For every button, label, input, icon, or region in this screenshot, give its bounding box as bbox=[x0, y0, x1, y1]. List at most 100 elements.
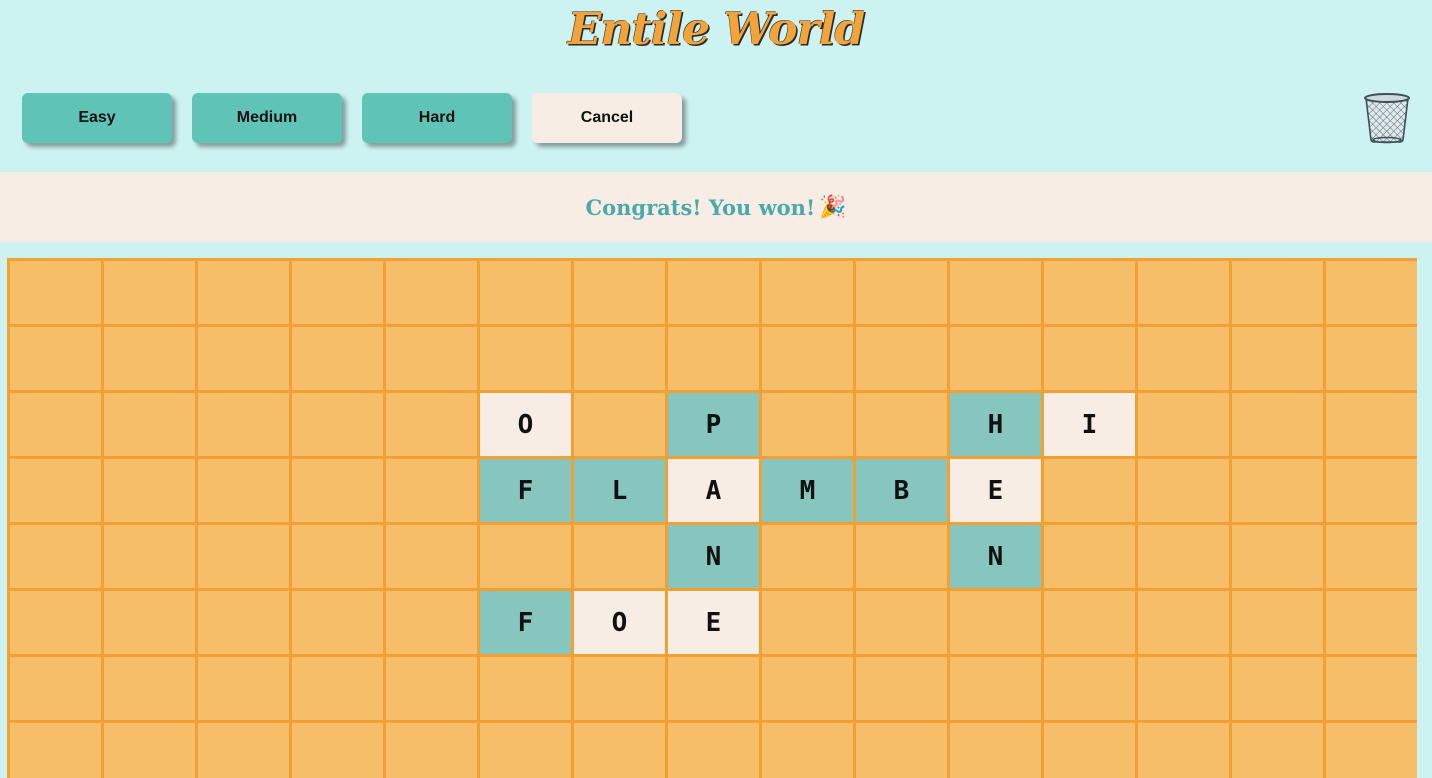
board-cell[interactable] bbox=[198, 261, 289, 324]
board-cell[interactable] bbox=[386, 327, 477, 390]
letter-tile[interactable]: O bbox=[480, 393, 571, 456]
board-cell[interactable] bbox=[856, 327, 947, 390]
board-cell[interactable] bbox=[10, 393, 101, 456]
letter-tile[interactable]: P bbox=[668, 393, 759, 456]
board-cell[interactable] bbox=[292, 459, 383, 522]
letter-tile[interactable]: E bbox=[668, 591, 759, 654]
board-cell[interactable] bbox=[1232, 459, 1323, 522]
board-cell[interactable] bbox=[950, 657, 1041, 720]
board-cell[interactable] bbox=[856, 657, 947, 720]
board-cell[interactable] bbox=[762, 525, 853, 588]
board-cell[interactable] bbox=[1232, 327, 1323, 390]
letter-tile[interactable]: N bbox=[950, 525, 1041, 588]
board-cell[interactable] bbox=[1044, 459, 1135, 522]
board-cell[interactable] bbox=[1326, 723, 1417, 778]
board-cell[interactable] bbox=[574, 393, 665, 456]
board-cell[interactable] bbox=[480, 261, 571, 324]
board-cell[interactable] bbox=[1326, 657, 1417, 720]
board-cell[interactable] bbox=[1138, 525, 1229, 588]
board-cell[interactable] bbox=[386, 591, 477, 654]
board-cell[interactable] bbox=[104, 591, 195, 654]
board-cell[interactable] bbox=[668, 261, 759, 324]
board-cell[interactable] bbox=[292, 591, 383, 654]
board-cell[interactable] bbox=[10, 327, 101, 390]
board-cell[interactable] bbox=[10, 459, 101, 522]
board-cell[interactable] bbox=[198, 723, 289, 778]
board-cell[interactable] bbox=[480, 723, 571, 778]
board-cell[interactable] bbox=[1326, 393, 1417, 456]
board-cell[interactable] bbox=[104, 459, 195, 522]
board-cell[interactable] bbox=[1326, 261, 1417, 324]
board-cell[interactable] bbox=[104, 525, 195, 588]
board-cell[interactable] bbox=[762, 327, 853, 390]
board-cell[interactable] bbox=[292, 657, 383, 720]
board-cell[interactable] bbox=[198, 459, 289, 522]
board-cell[interactable] bbox=[1044, 723, 1135, 778]
board-cell[interactable] bbox=[10, 261, 101, 324]
board-cell[interactable] bbox=[198, 657, 289, 720]
trash-bin-icon[interactable] bbox=[1362, 92, 1412, 144]
letter-tile[interactable]: H bbox=[950, 393, 1041, 456]
board-cell[interactable] bbox=[762, 393, 853, 456]
board-cell[interactable] bbox=[198, 591, 289, 654]
letter-tile[interactable]: O bbox=[574, 591, 665, 654]
letter-tile[interactable]: M bbox=[762, 459, 853, 522]
board-cell[interactable] bbox=[1138, 459, 1229, 522]
board-cell[interactable] bbox=[292, 327, 383, 390]
board-cell[interactable] bbox=[1326, 459, 1417, 522]
board-cell[interactable] bbox=[856, 393, 947, 456]
board-cell[interactable] bbox=[292, 261, 383, 324]
board-cell[interactable] bbox=[856, 591, 947, 654]
board-cell[interactable] bbox=[668, 327, 759, 390]
board-cell[interactable] bbox=[1044, 591, 1135, 654]
board-cell[interactable] bbox=[574, 261, 665, 324]
board-cell[interactable] bbox=[1138, 327, 1229, 390]
letter-tile[interactable]: E bbox=[950, 459, 1041, 522]
board-cell[interactable] bbox=[1138, 261, 1229, 324]
board-cell[interactable] bbox=[386, 393, 477, 456]
board-cell[interactable] bbox=[574, 723, 665, 778]
board-cell[interactable] bbox=[856, 723, 947, 778]
board-cell[interactable] bbox=[668, 723, 759, 778]
board-cell[interactable] bbox=[10, 591, 101, 654]
hard-button[interactable]: Hard bbox=[362, 93, 512, 143]
board-cell[interactable] bbox=[1326, 327, 1417, 390]
board-cell[interactable] bbox=[762, 261, 853, 324]
board-cell[interactable] bbox=[1044, 327, 1135, 390]
board-cell[interactable] bbox=[1232, 723, 1323, 778]
board-cell[interactable] bbox=[480, 657, 571, 720]
board-cell[interactable] bbox=[762, 657, 853, 720]
board-cell[interactable] bbox=[1232, 591, 1323, 654]
board-cell[interactable] bbox=[104, 393, 195, 456]
board-cell[interactable] bbox=[950, 723, 1041, 778]
board-cell[interactable] bbox=[198, 525, 289, 588]
board-cell[interactable] bbox=[950, 327, 1041, 390]
board-cell[interactable] bbox=[104, 327, 195, 390]
board-cell[interactable] bbox=[1044, 657, 1135, 720]
board-cell[interactable] bbox=[292, 525, 383, 588]
board-cell[interactable] bbox=[386, 459, 477, 522]
board-cell[interactable] bbox=[856, 525, 947, 588]
board-cell[interactable] bbox=[480, 525, 571, 588]
board-cell[interactable] bbox=[1326, 591, 1417, 654]
board-cell[interactable] bbox=[668, 657, 759, 720]
board-cell[interactable] bbox=[1044, 525, 1135, 588]
easy-button[interactable]: Easy bbox=[22, 93, 172, 143]
board-cell[interactable] bbox=[1138, 591, 1229, 654]
board-cell[interactable] bbox=[386, 723, 477, 778]
letter-tile[interactable]: A bbox=[668, 459, 759, 522]
letter-tile[interactable]: F bbox=[480, 591, 571, 654]
letter-tile[interactable]: L bbox=[574, 459, 665, 522]
board-cell[interactable] bbox=[292, 393, 383, 456]
board-cell[interactable] bbox=[1138, 723, 1229, 778]
board-cell[interactable] bbox=[762, 591, 853, 654]
board-cell[interactable] bbox=[1326, 525, 1417, 588]
board-cell[interactable] bbox=[856, 261, 947, 324]
board-cell[interactable] bbox=[104, 261, 195, 324]
board-cell[interactable] bbox=[386, 261, 477, 324]
board-cell[interactable] bbox=[1232, 393, 1323, 456]
board-cell[interactable] bbox=[386, 657, 477, 720]
board-cell[interactable] bbox=[386, 525, 477, 588]
board-cell[interactable] bbox=[574, 657, 665, 720]
board-cell[interactable] bbox=[10, 657, 101, 720]
